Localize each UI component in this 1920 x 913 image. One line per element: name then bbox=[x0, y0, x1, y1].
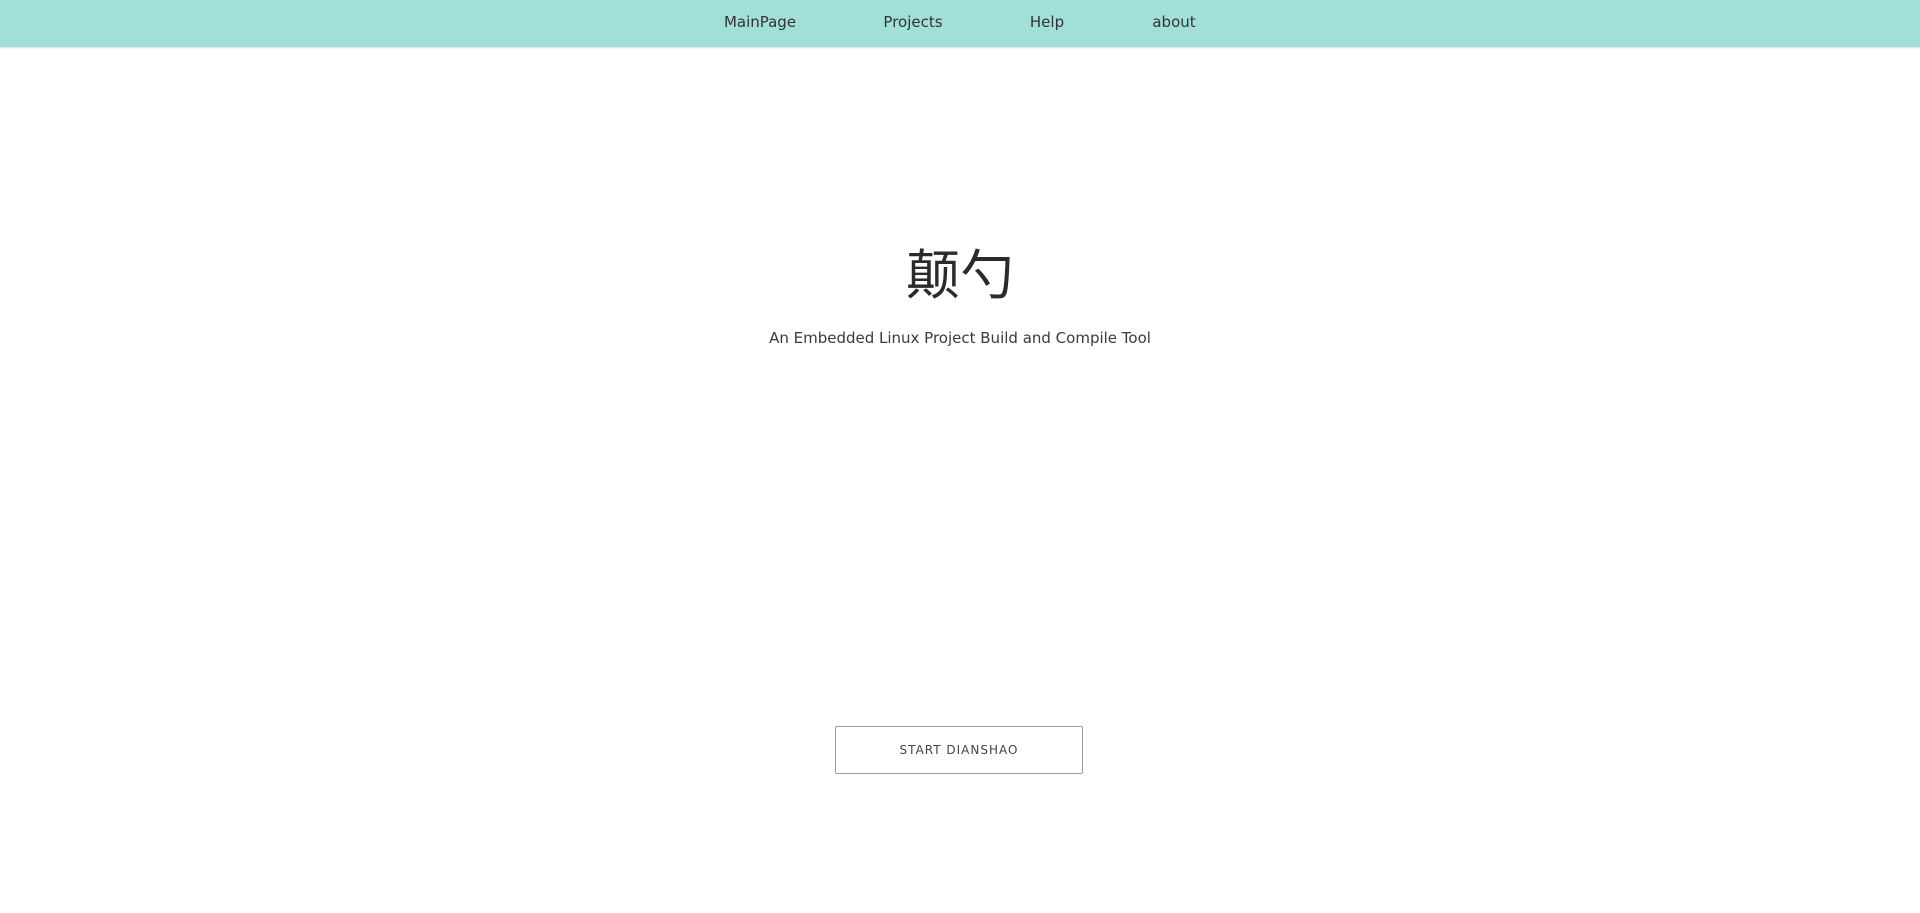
nav-item-mainpage[interactable]: MainPage bbox=[724, 0, 796, 44]
nav-item-help[interactable]: Help bbox=[1030, 0, 1064, 44]
top-navigation-bar: MainPage Projects Help about bbox=[0, 0, 1920, 47]
nav-item-projects[interactable]: Projects bbox=[883, 0, 942, 44]
start-dianshao-button[interactable]: START DIANSHAO bbox=[835, 726, 1083, 774]
hero-title: 颠勺 bbox=[906, 244, 1014, 307]
nav-item-about[interactable]: about bbox=[1152, 0, 1195, 44]
hero-subtitle: An Embedded Linux Project Build and Comp… bbox=[769, 329, 1151, 347]
